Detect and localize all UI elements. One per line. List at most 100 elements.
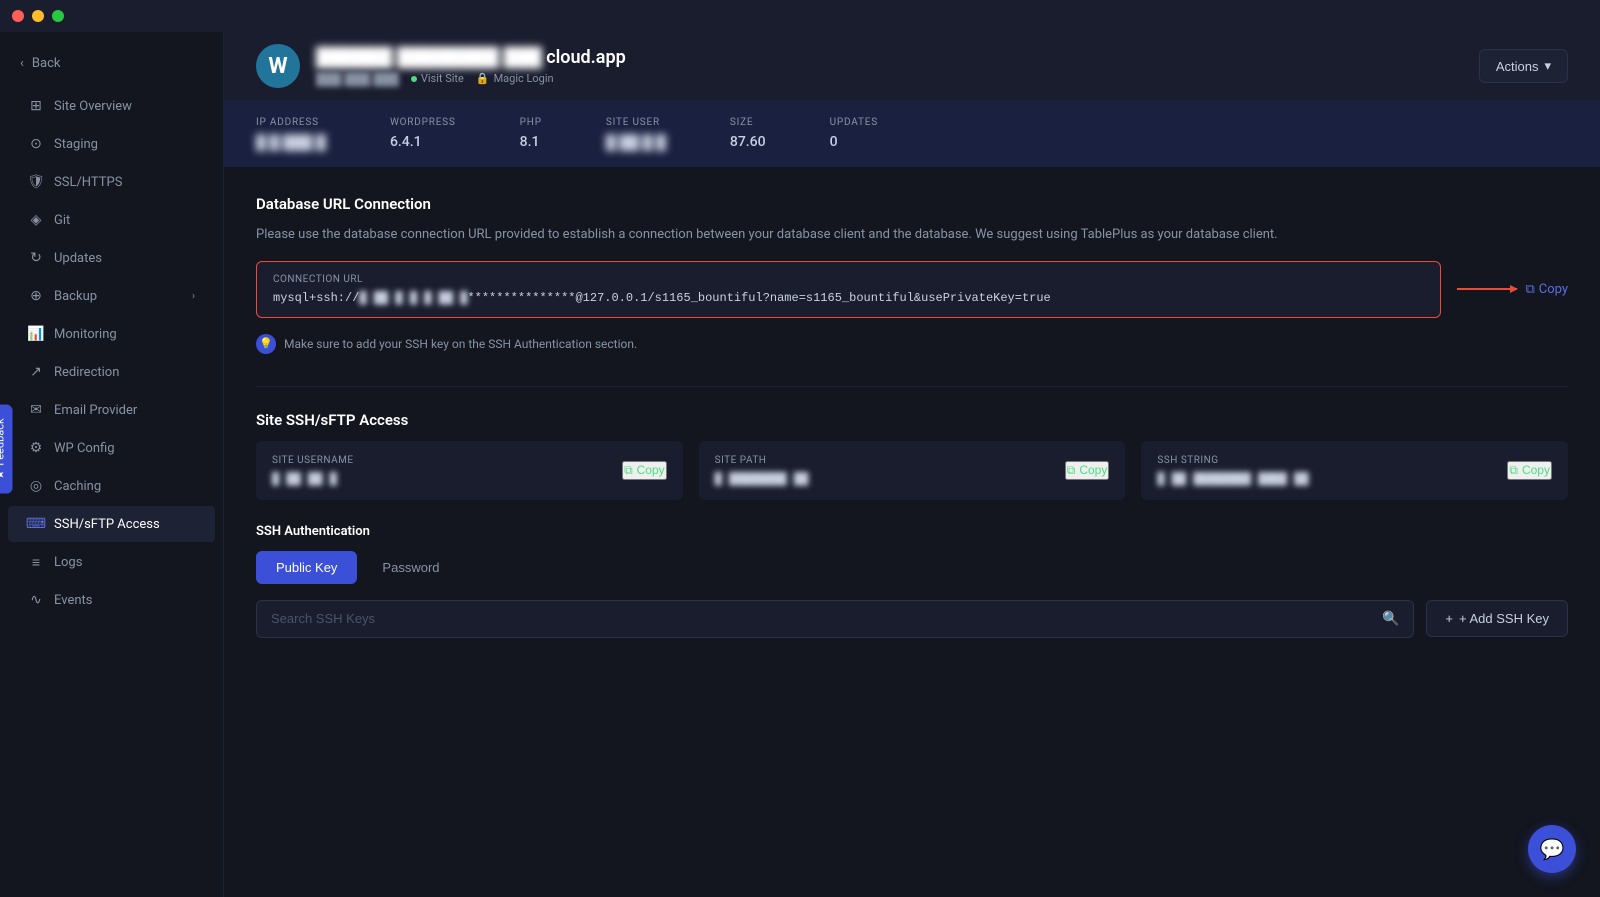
ssl-icon: 🛡	[28, 174, 44, 190]
sidebar: ‹ Back ⊞ Site Overview ⊙ Staging 🛡 SSL/H…	[0, 32, 224, 897]
sidebar-item-monitoring[interactable]: 📊 Monitoring	[8, 316, 215, 352]
sidebar-label-redirection: Redirection	[54, 365, 119, 380]
back-button[interactable]: ‹ Back	[0, 48, 223, 87]
sidebar-label-caching: Caching	[54, 479, 101, 494]
logs-icon: ≡	[28, 554, 44, 570]
actions-chevron-icon: ▾	[1544, 58, 1551, 74]
sidebar-item-site-overview[interactable]: ⊞ Site Overview	[8, 88, 215, 124]
ssh-username-field: Site Username █ ██ ██ █ ⧉ Copy	[256, 441, 683, 500]
sidebar-item-events[interactable]: ∿ Events	[8, 582, 215, 618]
sidebar-item-email-provider[interactable]: ✉ Email Provider	[8, 392, 215, 428]
ssh-path-label: Site Path	[715, 455, 809, 466]
hint-text: Make sure to add your SSH key on the SSH…	[284, 337, 637, 351]
stat-wp-value: 6.4.1	[390, 134, 456, 150]
ssh-string-value: █ ██ ████████ ████ ██	[1157, 472, 1308, 486]
ssh-icon: ⌨	[28, 516, 44, 532]
username-copy-icon: ⧉	[624, 463, 633, 478]
stat-ip-value: █ █ ███ █	[256, 134, 326, 151]
app-container: ‹ Back ⊞ Site Overview ⊙ Staging 🛡 SSL/H…	[0, 32, 1600, 897]
stat-wp-label: WORDPRESS	[390, 117, 456, 128]
monitoring-icon: 📊	[28, 326, 44, 342]
visit-site-meta[interactable]: Visit Site	[411, 72, 464, 85]
stat-size-label: SIZE	[730, 117, 766, 128]
ssh-path-value: █ ████████ ██	[715, 472, 809, 486]
database-section-title: Database URL Connection	[256, 195, 1568, 213]
ssh-string-label: SSH String	[1157, 455, 1308, 466]
ip-value: ███.███.███	[316, 72, 399, 86]
sidebar-item-caching[interactable]: ◎ Caching	[8, 468, 215, 504]
conn-url-prefix: mysql+ssh://	[273, 291, 359, 305]
sidebar-label-git: Git	[54, 213, 70, 228]
username-copy-button[interactable]: ⧉ Copy	[622, 461, 667, 480]
db-description: Please use the database connection URL p…	[256, 225, 1568, 245]
connection-url-box: Connection URL mysql+ssh://█ ██ █ █ █ ██…	[256, 261, 1441, 318]
sidebar-label-ssh: SSH/sFTP Access	[54, 517, 160, 532]
sidebar-item-ssh[interactable]: ⌨ SSH/sFTP Access	[8, 506, 215, 542]
titlebar-minimize[interactable]	[32, 10, 44, 22]
lock-icon: 🔒	[476, 72, 490, 85]
magic-login-meta[interactable]: 🔒 Magic Login	[476, 72, 554, 85]
stat-php: PHP 8.1	[520, 117, 542, 151]
conn-url-suffix: ***************@127.0.0.1/s1165_bountifu…	[467, 291, 1050, 305]
path-copy-label: Copy	[1079, 463, 1107, 477]
actions-button[interactable]: Actions ▾	[1479, 49, 1568, 83]
feedback-icon: ★	[0, 469, 7, 479]
ssh-string-field: SSH String █ ██ ████████ ████ ██ ⧉ Copy	[1141, 441, 1568, 500]
site-title: ██████ ████████ ███ cloud.app	[316, 47, 626, 68]
sidebar-label-email: Email Provider	[54, 403, 137, 418]
hint-icon: 💡	[256, 334, 276, 354]
backup-chevron-icon: ›	[192, 291, 195, 302]
password-tab-label: Password	[382, 560, 439, 575]
add-ssh-key-button[interactable]: + + Add SSH Key	[1426, 600, 1568, 637]
sidebar-label-logs: Logs	[54, 555, 82, 570]
stat-wordpress: WORDPRESS 6.4.1	[390, 117, 456, 151]
stat-user-value: █ ██ █ █	[606, 134, 666, 151]
main-content: Database URL Connection Please use the d…	[224, 167, 1600, 897]
sidebar-item-git[interactable]: ◈ Git	[8, 202, 215, 238]
ssh-string-content: SSH String █ ██ ████████ ████ ██	[1157, 455, 1308, 486]
add-key-label: + Add SSH Key	[1459, 611, 1549, 626]
chat-icon: 💬	[1540, 837, 1565, 861]
sidebar-item-updates[interactable]: ↻ Updates	[8, 240, 215, 276]
username-copy-label: Copy	[637, 463, 665, 477]
ssh-username-content: Site Username █ ██ ██ █	[272, 455, 354, 486]
database-section: Database URL Connection Please use the d…	[256, 195, 1568, 354]
stat-php-value: 8.1	[520, 134, 542, 150]
titlebar-close[interactable]	[12, 10, 24, 22]
sidebar-item-logs[interactable]: ≡ Logs	[8, 544, 215, 580]
path-copy-button[interactable]: ⧉ Copy	[1065, 461, 1110, 480]
info-hint: 💡 Make sure to add your SSH key on the S…	[256, 334, 1568, 354]
back-arrow-icon: ‹	[20, 56, 24, 71]
sidebar-item-backup[interactable]: ⊕ Backup ›	[8, 278, 215, 314]
sidebar-label-backup: Backup	[54, 289, 97, 304]
ssh-string-copy-icon: ⧉	[1509, 463, 1518, 478]
titlebar-maximize[interactable]	[52, 10, 64, 22]
sidebar-item-ssl[interactable]: 🛡 SSL/HTTPS	[8, 164, 215, 200]
search-box: 🔍	[256, 600, 1414, 638]
sidebar-item-redirection[interactable]: ↗ Redirection	[8, 354, 215, 390]
sidebar-item-wp-config[interactable]: ⚙ WP Config	[8, 430, 215, 466]
tab-public-key[interactable]: Public Key	[256, 551, 357, 584]
magic-login-label: Magic Login	[494, 72, 554, 85]
stat-updates-label: UPDATES	[830, 117, 878, 128]
chat-button[interactable]: 💬	[1528, 825, 1576, 873]
search-input[interactable]	[271, 611, 1374, 626]
conn-url-blurred: █ ██ █ █ █ ██ █	[359, 291, 467, 305]
visit-site-label: Visit Site	[421, 72, 464, 85]
feedback-tab[interactable]: ★ Feedback	[0, 404, 13, 493]
tab-password[interactable]: Password	[361, 551, 460, 584]
content-area: W ██████ ████████ ███ cloud.app ███.███.…	[224, 32, 1600, 897]
copy-icon: ⧉	[1525, 282, 1534, 297]
sidebar-label-wp-config: WP Config	[54, 441, 115, 456]
caching-icon: ◎	[28, 478, 44, 494]
site-header-left: W ██████ ████████ ███ cloud.app ███.███.…	[256, 44, 626, 88]
arrow-decoration	[1457, 288, 1517, 290]
stat-ip-label: IP ADDRESS	[256, 117, 326, 128]
connection-url-value: mysql+ssh://█ ██ █ █ █ ██ █*************…	[273, 291, 1424, 305]
connection-url-copy-button[interactable]: ⧉ Copy	[1525, 282, 1568, 297]
stat-user-label: SITE USER	[606, 117, 666, 128]
ssh-string-copy-button[interactable]: ⧉ Copy	[1507, 461, 1552, 480]
sidebar-item-staging[interactable]: ⊙ Staging	[8, 126, 215, 162]
auth-tabs: Public Key Password	[256, 551, 1568, 584]
backup-icon: ⊕	[28, 288, 44, 304]
